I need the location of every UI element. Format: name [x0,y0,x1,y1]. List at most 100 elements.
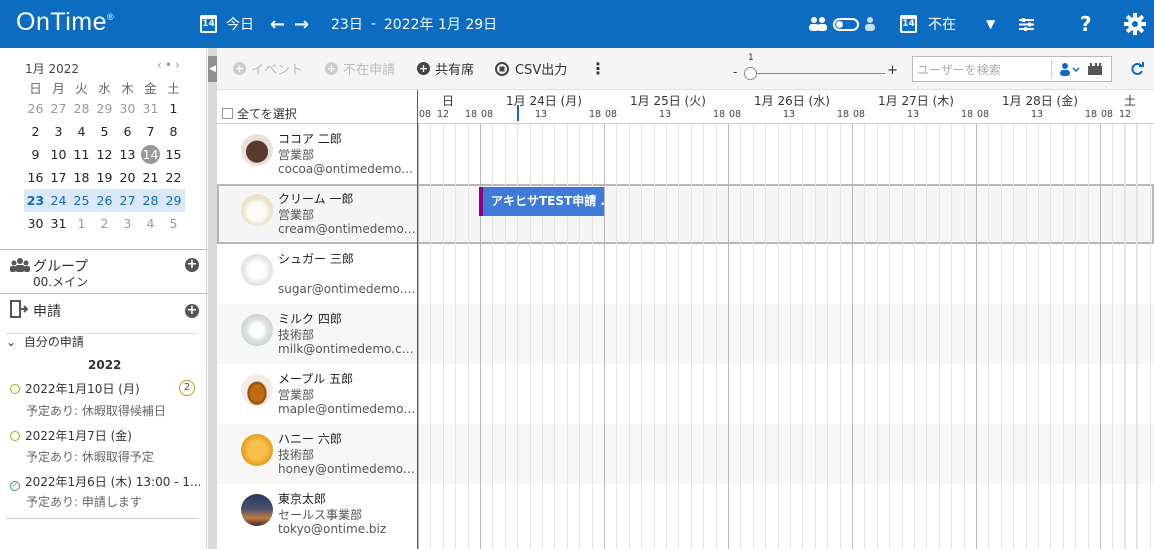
calendar-day[interactable]: 2 [93,212,116,235]
calendar-day[interactable]: 9 [24,143,47,166]
calendar-event[interactable]: アキヒサTEST申請 ... [479,187,604,216]
calendar-day[interactable]: 19 [93,166,116,189]
person-row[interactable]: ハニー 六郎 技術部 honey@ontimedemo.c... [217,424,417,484]
next-week-arrow-icon[interactable]: → [294,0,309,48]
calendar-day[interactable]: 28 [139,189,162,212]
person-row[interactable]: ミルク 四郎 技術部 milk@ontimedemo.com [217,304,417,364]
calendar-day-selected[interactable]: 23 [24,189,47,212]
zoom-track[interactable] [745,73,885,74]
plus-circle-icon: + [417,62,430,75]
calendar-day[interactable]: 31 [47,212,70,235]
person-row[interactable]: ココア 二郎 営業部 cocoa@ontimedemo.c... [217,124,417,184]
collapse-chevron-icon[interactable]: ◀ [208,56,217,82]
people-toggle[interactable] [808,0,876,48]
shared-seat-button[interactable]: + 共有席 [417,48,474,89]
calendar-day[interactable]: 7 [139,120,162,143]
request-item[interactable]: 2022年1月10日 (月) [10,380,140,397]
person-row[interactable]: シュガー 三郎 sugar@ontimedemo.c... [217,244,417,304]
calendar-icon: 14 [200,15,217,33]
prev-month-chevron-icon[interactable]: ‹ [157,58,165,72]
calendar-day[interactable]: 4 [70,120,93,143]
calendar-day[interactable]: 4 [139,212,162,235]
calendar-day[interactable]: 21 [139,166,162,189]
calendar-day[interactable]: 29 [162,189,185,212]
chevron-down-icon[interactable]: ▼ [986,0,995,48]
new-event-button[interactable]: + イベント [233,48,303,89]
hour-grid-line [628,90,630,549]
zoom-out-button[interactable]: - [733,65,737,79]
add-request-plus-icon[interactable]: + [185,304,199,318]
select-all-checkbox[interactable]: 全てを選択 [222,105,297,122]
group-value[interactable]: 00.メイン [33,273,88,290]
add-group-plus-icon[interactable]: + [185,258,199,272]
next-month-chevron-icon[interactable]: › [175,58,183,72]
calendar-day[interactable]: 6 [116,120,139,143]
person-row[interactable]: 東京太郎 セールス事業部 tokyo@ontime.biz [217,484,417,544]
calendar-day[interactable]: 18 [70,166,93,189]
my-requests-toggle[interactable]: ⌄ 自分の申請 [6,333,84,350]
calendar-day[interactable]: 27 [47,97,70,120]
view-toggle-switch[interactable] [833,17,859,31]
calendar-day[interactable]: 10 [47,143,70,166]
day-grid-line [728,90,729,549]
calendar-day[interactable]: 24 [47,189,70,212]
calendar-day[interactable]: 22 [162,166,185,189]
calendar-day[interactable]: 8 [162,120,185,143]
calendar-day-today[interactable]: 14 [139,143,162,166]
absence-button[interactable]: 14 不在 [900,0,956,48]
user-search-input[interactable] [917,61,1051,78]
calendar-day[interactable]: 12 [93,143,116,166]
requests-section: 申請 + [0,293,207,549]
room-calendar-icon[interactable] [1087,62,1103,76]
calendar-day[interactable]: 27 [116,189,139,212]
zoom-in-button[interactable]: + [887,63,898,78]
zoom-slider-handle[interactable] [744,67,757,80]
calendar-day[interactable]: 1 [70,212,93,235]
calendar-day[interactable]: 13 [116,143,139,166]
csv-export-button[interactable]: CSV出力 [495,48,567,89]
today-button[interactable]: 14 今日 [200,0,254,48]
csv-label: CSV出力 [515,63,568,78]
ontime-logo[interactable]: OnTime® [16,8,114,37]
calendar-day[interactable]: 3 [116,212,139,235]
calendar-day[interactable]: 20 [116,166,139,189]
calendar-day[interactable]: 25 [70,189,93,212]
calendar-day[interactable]: 29 [93,97,116,120]
calendar-day[interactable]: 1 [162,97,185,120]
calendar-day[interactable]: 3 [47,120,70,143]
hour-grid-line [591,90,593,549]
user-filter-icon[interactable] [1059,62,1081,76]
calendar-day[interactable]: 5 [162,212,185,235]
panel-collapse-bar[interactable]: ◀ [208,48,217,549]
settings-gear-icon[interactable] [1124,0,1146,48]
calendar-day[interactable]: 17 [47,166,70,189]
calendar-day[interactable]: 30 [24,212,47,235]
weekday-header: 金 [144,80,157,96]
divider [1051,60,1052,78]
request-item[interactable]: ✓ 2022年1月6日 (木) 13:00 - 1... [10,473,201,491]
calendar-day[interactable]: 16 [24,166,47,189]
more-options-icon[interactable]: ⋮ [590,48,606,89]
calendar-day[interactable]: 30 [116,97,139,120]
calendar-day[interactable]: 28 [70,97,93,120]
calendar-day[interactable]: 26 [24,97,47,120]
prev-week-arrow-icon[interactable]: ← [270,0,285,48]
person-name: シュガー 三郎 [278,252,354,266]
calendar-day[interactable]: 31 [139,97,162,120]
absence-request-button[interactable]: + 不在申請 [325,48,395,89]
calendar-day[interactable]: 15 [162,143,185,166]
calendar-day[interactable]: 11 [70,143,93,166]
person-row[interactable]: メープル 五郎 営業部 maple@ontimedemo.c... [217,364,417,424]
calendar-day[interactable]: 5 [93,120,116,143]
requests-title[interactable]: 申請 [33,301,61,321]
request-item[interactable]: 2022年1月7日 (金) [10,427,132,444]
help-icon[interactable]: ? [1080,0,1092,48]
calendar-day[interactable]: 2 [24,120,47,143]
refresh-icon[interactable] [1130,62,1144,76]
hour-grid-line [876,90,878,549]
current-month-dot-icon[interactable]: • [165,58,175,72]
filter-sliders-icon[interactable] [1019,0,1034,48]
calendar-day[interactable]: 26 [93,189,116,212]
person-row-selected[interactable]: クリーム 一郎 営業部 cream@ontimedemo.c... [217,184,417,244]
today-label: 今日 [226,17,254,33]
